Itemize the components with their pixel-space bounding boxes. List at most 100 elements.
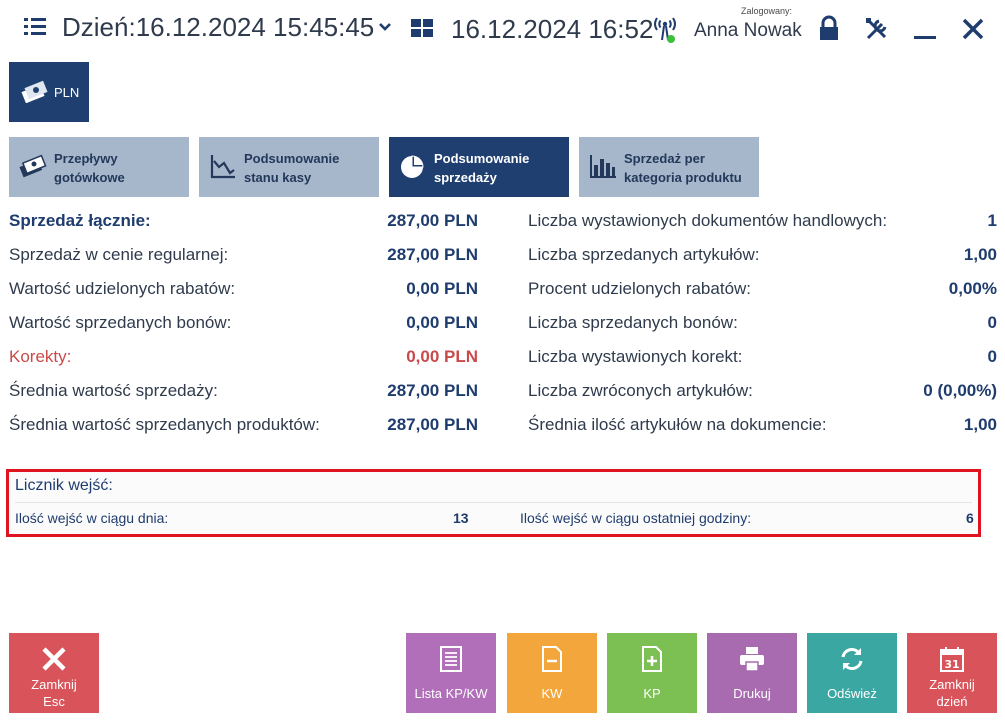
stat-row: Liczba sprzedanych bonów: 0 (528, 309, 997, 343)
close-day-button[interactable]: 31 Zamknij dzień (907, 633, 997, 713)
currency-pln-button[interactable]: PLN (9, 62, 89, 122)
kp-kw-list-button[interactable]: Lista KP/KW (406, 633, 496, 713)
stat-row: Liczba sprzedanych artykułów: 1,00 (528, 241, 997, 275)
menu-icon[interactable] (24, 18, 46, 36)
kp-button[interactable]: KP (607, 633, 697, 713)
stat-value: 1 (987, 211, 997, 230)
button-label: Zamknij (31, 677, 77, 692)
tools-icon[interactable] (862, 14, 892, 44)
stat-label: Liczba wystawionych dokumentów handlowyc… (528, 211, 888, 230)
hourly-entries-value: 6 (966, 510, 974, 526)
close-icon (42, 647, 66, 671)
windows-icon[interactable] (411, 19, 434, 39)
stat-row: Sprzedaż łącznie: 287,00 PLN (9, 207, 478, 241)
stat-row: Liczba wystawionych dokumentów handlowyc… (528, 207, 997, 241)
tab-label: sprzedaży (434, 170, 497, 185)
daily-entries-label: Ilość wejść w ciągu dnia: (15, 510, 169, 526)
stat-row: Liczba zwróconych artykułów: 0 (0,00%) (528, 377, 997, 411)
stat-row: Sprzedaż w cenie regularnej: 287,00 PLN (9, 241, 478, 275)
stat-value: 287,00 PLN (387, 245, 478, 264)
stat-label: Średnia wartość sprzedanych produktów: (9, 415, 320, 434)
tab-label: Podsumowanie (434, 151, 530, 166)
entry-counter-title: Licznik wejść: (15, 477, 113, 494)
stat-label: Liczba sprzedanych artykułów: (528, 245, 760, 264)
svg-text:31: 31 (944, 658, 959, 671)
chevron-down-icon[interactable] (379, 21, 391, 33)
lock-icon[interactable] (814, 14, 844, 44)
document-minus-icon (542, 646, 562, 672)
line-chart-icon (210, 155, 235, 179)
button-label: KW (541, 686, 563, 701)
stat-label: Wartość udzielonych rabatów: (9, 279, 236, 298)
stat-value: 0,00 PLN (406, 313, 478, 332)
button-label: Zamknij (929, 677, 975, 692)
tab-sales-summary[interactable]: Podsumowanie sprzedaży (389, 137, 569, 197)
logged-in-caption: Zalogowany: (741, 6, 793, 16)
stat-row: Wartość udzielonych rabatów: 0,00 PLN (9, 275, 478, 309)
tab-label: stanu kasy (244, 170, 312, 185)
currency-label: PLN (54, 85, 80, 100)
stat-value: 0,00 PLN (406, 347, 478, 366)
stat-value: 287,00 PLN (387, 381, 478, 400)
money-icon (19, 154, 47, 178)
pie-chart-icon (401, 155, 424, 178)
refresh-button[interactable]: Odśwież (807, 633, 897, 713)
tab-cash-status-summary[interactable]: Podsumowanie stanu kasy (199, 137, 379, 197)
network-icon[interactable] (652, 14, 678, 44)
stat-value: 1,00 (963, 245, 997, 264)
stat-value: 0,00% (948, 279, 997, 298)
tab-label: kategoria produktu (624, 170, 742, 185)
stat-label: Sprzedaż łącznie: (9, 211, 151, 230)
kw-button[interactable]: KW (507, 633, 597, 713)
close-icon[interactable] (958, 14, 988, 44)
entry-counter-panel: Licznik wejść: Ilość wejść w ciągu dnia:… (6, 469, 981, 537)
button-label: Esc (43, 694, 65, 709)
stat-value: 0 (987, 313, 997, 332)
tab-sales-per-category[interactable]: Sprzedaż per kategoria produktu (579, 137, 759, 197)
stat-label: Liczba sprzedanych bonów: (528, 313, 738, 332)
stat-value: 0 (987, 347, 997, 366)
document-plus-icon (642, 646, 662, 672)
stat-row: Średnia ilość artykułów na dokumencie: 1… (528, 411, 997, 445)
stat-value: 1,00 (963, 415, 997, 434)
stat-label: Liczba wystawionych korekt: (528, 347, 743, 366)
tab-label: Sprzedaż per (624, 151, 705, 166)
button-label: dzień (936, 694, 968, 709)
stat-label: Średnia ilość artykułów na dokumencie: (528, 415, 827, 434)
top-bar: Dzień:16.12.2024 15:45:45 16.12.2024 16:… (0, 0, 1005, 58)
stat-label: Procent udzielonych rabatów: (528, 279, 752, 298)
stat-label: Sprzedaż w cenie regularnej: (9, 245, 229, 264)
stat-value: 287,00 PLN (387, 415, 478, 434)
button-label: Odśwież (827, 686, 877, 701)
stat-row: Procent udzielonych rabatów: 0,00% (528, 275, 997, 309)
list-icon (440, 646, 462, 672)
money-icon (21, 80, 48, 103)
refresh-icon (841, 648, 863, 670)
tab-label: Przepływy (54, 151, 118, 166)
stat-value: 0,00 PLN (406, 279, 478, 298)
print-button[interactable]: Drukuj (707, 633, 797, 713)
button-label: Drukuj (733, 686, 771, 701)
hourly-entries-label: Ilość wejść w ciągu ostatniej godziny: (520, 510, 752, 526)
divider (15, 502, 972, 503)
stat-value: 0 (0,00%) (923, 381, 997, 400)
stat-row: Liczba wystawionych korekt: 0 (528, 343, 997, 377)
minimize-icon[interactable] (910, 14, 940, 44)
business-day-label[interactable]: Dzień:16.12.2024 15:45:45 (62, 12, 374, 43)
stat-row: Średnia wartość sprzedanych produktów: 2… (9, 411, 478, 445)
stat-row-corrections[interactable]: Korekty: 0,00 PLN (9, 343, 478, 377)
tab-cash-flows[interactable]: Przepływy gotówkowe (9, 137, 189, 197)
tab-label: Podsumowanie (244, 151, 340, 166)
button-label: Lista KP/KW (414, 686, 488, 701)
stat-row: Średnia wartość sprzedaży: 287,00 PLN (9, 377, 478, 411)
stat-label: Wartość sprzedanych bonów: (9, 313, 232, 332)
stat-label: Korekty: (9, 347, 72, 366)
daily-entries-value: 13 (453, 510, 469, 526)
printer-icon (740, 647, 764, 672)
stat-label: Średnia wartość sprzedaży: (9, 381, 218, 400)
user-name[interactable]: Anna Nowak (694, 20, 802, 42)
button-label: KP (643, 686, 661, 701)
tab-label: gotówkowe (54, 170, 125, 185)
clock: 16.12.2024 16:52 (451, 14, 654, 44)
close-button[interactable]: Zamknij Esc (9, 633, 99, 713)
